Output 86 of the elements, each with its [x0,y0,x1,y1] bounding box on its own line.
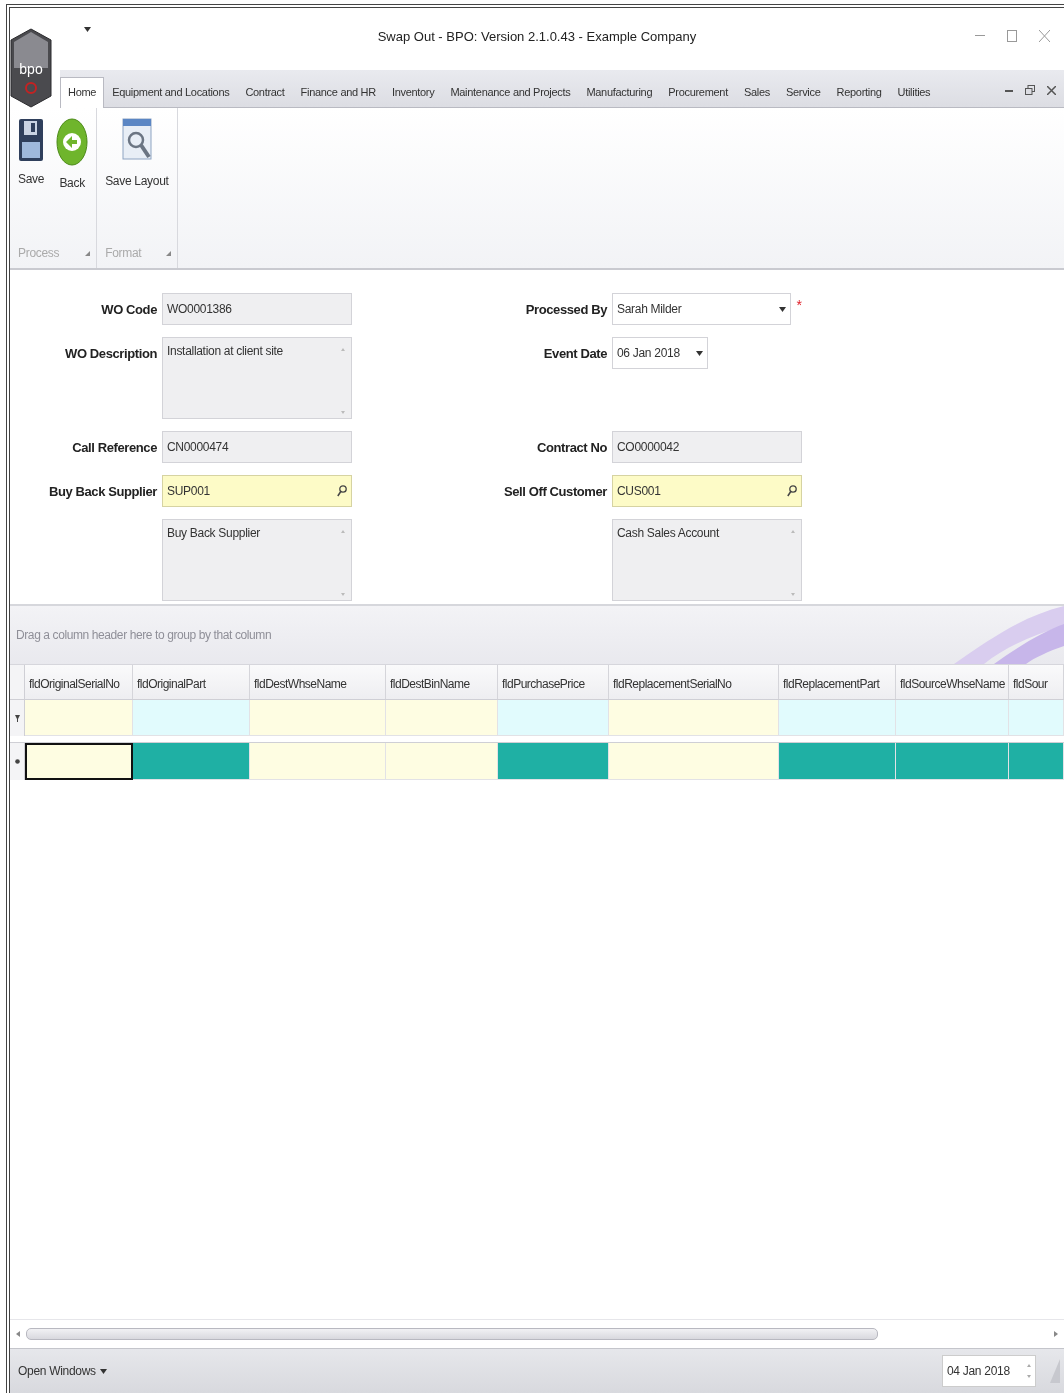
text-field[interactable]: CN0000474 [162,431,352,463]
filter-cell[interactable] [498,700,609,736]
field-label: Call Reference [71,439,157,455]
ribbon-tab[interactable]: Inventory [383,77,443,107]
close-icon[interactable] [1047,85,1056,95]
lookup-field[interactable]: SUP001 [162,475,352,507]
filter-cell[interactable] [250,700,386,736]
date-spinner[interactable]: 04 Jan 2018 [942,1355,1036,1387]
group-hint: Drag a column header here to group by that column [15,628,272,642]
filter-icon[interactable] [14,714,20,722]
ribbon-tab[interactable]: Equipment and Locations [104,77,238,107]
group-label: Process [18,246,60,260]
field-label: Processed By [524,301,607,317]
column-header[interactable]: fldSour [1009,665,1064,699]
lookup-field[interactable]: CUS001 [612,475,802,507]
scrollbar-thumb[interactable] [26,1328,878,1340]
column-header[interactable]: fldOriginalPart [133,665,250,699]
ribbon-button[interactable]: Save [14,114,49,246]
memo-field[interactable]: Cash Sales Account [612,519,802,601]
search-icon[interactable] [337,485,347,497]
ribbon-tab[interactable]: Sales [735,77,778,107]
group-label: Format [105,246,142,260]
ribbon-tab[interactable]: Contract [237,77,293,107]
filter-cell[interactable] [25,700,133,736]
scroll-right-icon[interactable] [1054,1331,1058,1337]
required-mark: * [796,297,802,313]
ribbon-button[interactable]: Save Layout [101,114,173,246]
scroll-left-icon[interactable] [16,1331,20,1337]
column-header[interactable]: fldSourceWhseName [896,665,1009,699]
launcher-icon[interactable] [165,250,171,256]
dropdown-caret-icon [696,350,703,356]
date-field[interactable]: 06 Jan 2018 [612,337,708,369]
field-label: WO Code [100,301,157,317]
text-field[interactable]: WO0001386 [162,293,352,325]
filter-cell[interactable] [386,700,498,736]
open-windows-button[interactable]: Open Windows [16,1360,109,1382]
ribbon-tab[interactable]: Procurement [660,77,736,107]
maximize-icon[interactable] [1007,30,1017,42]
resize-grip-icon[interactable] [1050,1359,1060,1383]
field-label: Sell Off Customer [503,483,607,499]
ribbon-tab[interactable]: Service [777,77,829,107]
filter-cell[interactable] [779,700,896,736]
ribbon-tab[interactable]: Finance and HR [292,77,384,107]
search-icon[interactable] [787,485,797,497]
window-title: Swap Out - BPO: Version 2.1.0.43 - Example Company [376,28,698,44]
caret-icon [99,1368,107,1374]
filter-cell[interactable] [133,700,250,736]
ribbon-tab[interactable]: Utilities [889,77,939,107]
column-header[interactable]: fldDestBinName [386,665,498,699]
grid-cell[interactable] [25,743,133,780]
new-row-icon [14,759,20,764]
ribbon-button[interactable]: Back [52,114,93,246]
quick-access-caret-icon [84,26,91,32]
restore-icon[interactable] [1025,85,1035,95]
column-header[interactable]: fldOriginalSerialNo [25,665,133,699]
field-label: WO Description [64,345,157,361]
filter-cell[interactable] [609,700,779,736]
spin-down-icon[interactable] [1027,1375,1031,1378]
dropdown-caret-icon [778,306,786,312]
scroll-up-icon[interactable] [341,530,345,533]
memo-field[interactable]: Installation at client site [162,337,352,419]
filter-cell[interactable] [1009,700,1064,736]
ribbon-tab[interactable]: Manufacturing [578,77,661,107]
filter-cell[interactable] [896,700,1009,736]
column-header[interactable]: fldReplacementSerialNo [609,665,779,699]
spin-up-icon[interactable] [1027,1364,1031,1367]
scroll-down-icon[interactable] [341,593,345,596]
ribbon-tab[interactable]: Maintenance and Projects [442,77,579,107]
scroll-down-icon[interactable] [791,593,795,596]
dropdown-field[interactable]: Sarah Milder [612,293,791,325]
scroll-up-icon[interactable] [341,348,345,351]
field-label: Buy Back Supplier [47,483,157,499]
close-icon[interactable] [1039,30,1050,42]
column-header[interactable]: fldPurchasePrice [498,665,609,699]
ribbon-tab[interactable]: Reporting [828,77,890,107]
logo: bpo [10,28,52,108]
field-label: Contract No [536,439,607,455]
column-header[interactable]: fldReplacementPart [779,665,896,699]
launcher-icon[interactable] [85,250,91,256]
field-label: Event Date [542,345,607,361]
column-header[interactable]: fldDestWhseName [250,665,386,699]
scroll-up-icon[interactable] [791,530,795,533]
text-field[interactable]: CO0000042 [612,431,802,463]
ribbon-tab[interactable]: Home [60,77,105,108]
memo-field[interactable]: Buy Back Supplier [162,519,352,601]
scroll-down-icon[interactable] [341,411,345,414]
